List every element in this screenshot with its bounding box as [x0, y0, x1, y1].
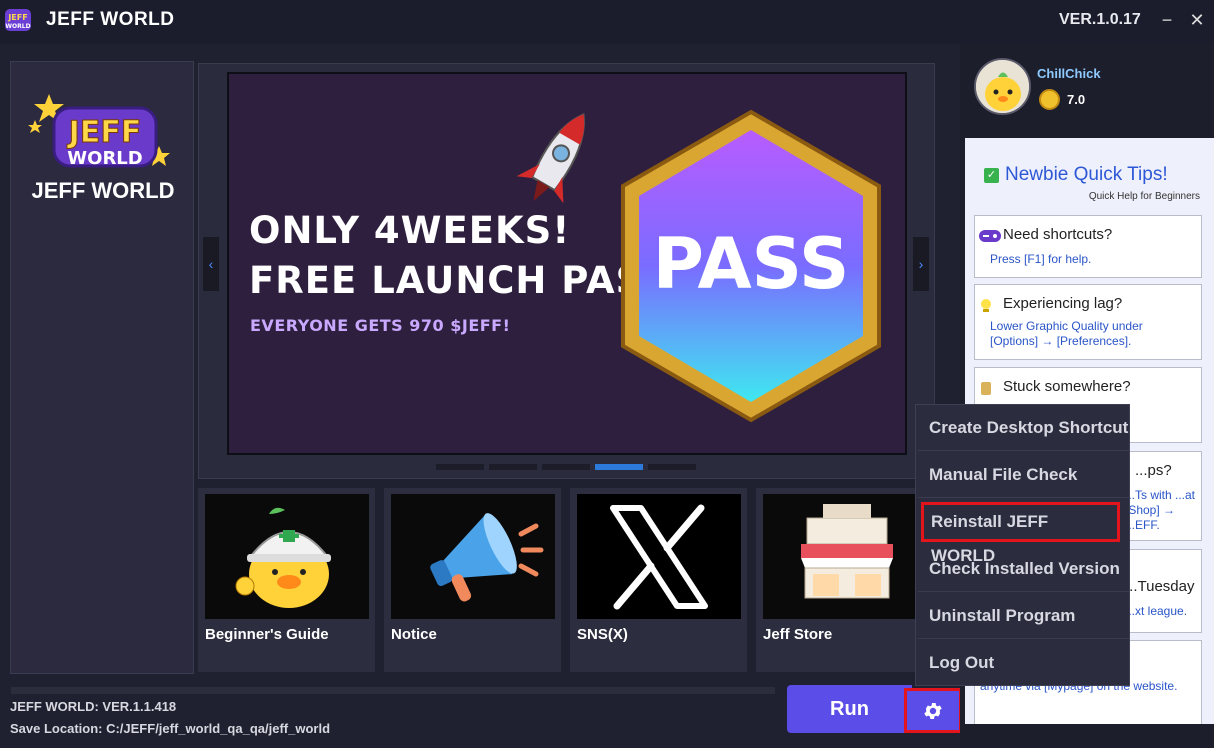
tips-title: Newbie Quick Tips!: [1005, 164, 1168, 185]
username: ChillChick: [1037, 66, 1101, 81]
banner-dot[interactable]: [436, 464, 484, 470]
tile-sns-x[interactable]: SNS(X): [570, 488, 747, 672]
svg-text:WORLD: WORLD: [67, 148, 142, 169]
settings-button[interactable]: [904, 688, 962, 733]
svg-text:JEFF: JEFF: [7, 13, 27, 22]
pass-word: PASS: [653, 223, 850, 305]
promo-banner[interactable]: ONLY 4WEEKS! FREE LAUNCH PASS EVERYONE G…: [227, 72, 907, 455]
tip-body: Lower Graphic Quality under [Options] → …: [990, 319, 1143, 348]
coin-icon: [1039, 89, 1060, 110]
close-button[interactable]: ✕: [1187, 10, 1207, 30]
tip-body: ...xt league.: [1125, 604, 1188, 618]
save-location-text: Save Location: C:/JEFF/jeff_world_qa_qa/…: [10, 721, 331, 736]
chick-hardhat-icon: [205, 494, 369, 619]
svg-text:WORLD: WORLD: [5, 23, 30, 30]
tip-title: Need shortcuts?: [1003, 226, 1113, 243]
banner-dot[interactable]: [648, 464, 696, 470]
user-avatar[interactable]: [974, 58, 1031, 115]
coin-balance: 7.0: [1067, 92, 1086, 107]
pass-badge-icon: PASS: [621, 109, 881, 423]
tile-label: Notice: [391, 626, 437, 643]
app-title: JEFF WORLD: [46, 9, 175, 30]
game-name: JEFF WORLD: [31, 178, 175, 203]
tile-label: Jeff Store: [763, 626, 833, 643]
store-icon: [763, 494, 927, 619]
tile-label: SNS(X): [577, 626, 628, 643]
banner-dot[interactable]: [489, 464, 537, 470]
launcher-version: VER.1.0.17: [1059, 11, 1141, 28]
app-logo-icon: JEFF WORLD: [5, 9, 31, 31]
download-progress-bar: [11, 687, 775, 694]
menu-item-create-shortcut[interactable]: Create Desktop Shortcut: [918, 405, 1129, 451]
menu-item-check-version[interactable]: Check Installed Version: [918, 546, 1129, 592]
tile-label: Beginner's Guide: [205, 626, 329, 643]
tip-title: ...ps?: [1135, 462, 1172, 479]
banner-subheadline: EVERYONE GETS 970 $JEFF!: [250, 316, 511, 335]
banner-dot[interactable]: [542, 464, 590, 470]
banner-dot-active[interactable]: [595, 464, 643, 470]
checkbox-icon: ✓: [984, 168, 999, 183]
tips-subtitle: Quick Help for Beginners: [1088, 191, 1200, 202]
megaphone-icon: [391, 494, 555, 619]
menu-item-uninstall[interactable]: Uninstall Program: [918, 593, 1129, 639]
banner-pagination: [436, 464, 696, 470]
lightbulb-icon: [981, 299, 991, 312]
x-logo-icon: [577, 494, 741, 619]
tip-card: Experiencing lag? Lower Graphic Quality …: [974, 284, 1202, 360]
map-icon: [981, 382, 991, 395]
tip-title: ...Tuesday: [1125, 578, 1195, 595]
gamepad-icon: [979, 230, 1001, 242]
menu-item-log-out[interactable]: Log Out: [918, 640, 1129, 686]
settings-context-menu: Create Desktop Shortcut Manual File Chec…: [915, 404, 1130, 686]
tip-card: Need shortcuts? Press [F1] for help.: [974, 215, 1202, 278]
tip-body: Press [F1] for help.: [990, 252, 1092, 266]
menu-item-manual-file-check[interactable]: Manual File Check: [918, 452, 1129, 498]
minimize-button[interactable]: −: [1157, 10, 1177, 30]
svg-text:JEFF: JEFF: [67, 115, 142, 150]
banner-prev-button[interactable]: ‹: [203, 237, 219, 291]
tile-beginners-guide[interactable]: Beginner's Guide: [198, 488, 375, 672]
menu-item-reinstall[interactable]: Reinstall JEFF WORLD: [921, 502, 1120, 565]
tip-body: ...Ts with ...at [Shop] → ...EFF.: [1125, 488, 1196, 532]
tile-jeff-store[interactable]: Jeff Store: [756, 488, 933, 672]
banner-next-button[interactable]: ›: [913, 237, 929, 291]
jeff-world-logo-icon: JEFF WORLD: [28, 94, 170, 169]
gear-icon: [924, 702, 942, 719]
rocket-icon: [516, 112, 585, 204]
game-sidebar: JEFF WORLD JEFF WORLD: [10, 61, 194, 674]
tip-title: Stuck somewhere?: [1003, 378, 1131, 395]
tip-title: Experiencing lag?: [1003, 295, 1123, 312]
run-button[interactable]: Run: [787, 685, 912, 733]
banner-headline-1: ONLY 4WEEKS!: [249, 209, 571, 252]
tile-notice[interactable]: Notice: [384, 488, 561, 672]
banner-headline-2: FREE LAUNCH PASS: [249, 259, 670, 302]
game-version-text: JEFF WORLD: VER.1.1.418: [10, 699, 177, 714]
title-bar: JEFF WORLD JEFF WORLD VER.1.0.17 − ✕: [0, 0, 1214, 44]
